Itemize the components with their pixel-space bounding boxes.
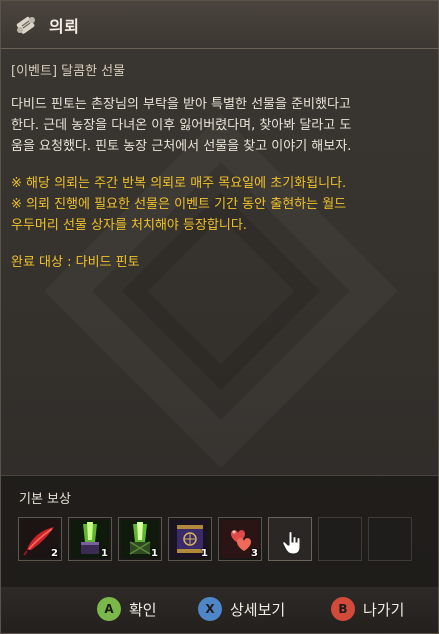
exit-label: 나가기 xyxy=(363,600,405,619)
a-button-icon: A xyxy=(97,597,121,621)
hand-cursor-icon xyxy=(282,531,301,555)
item-count: 1 xyxy=(101,548,108,559)
item-count: 1 xyxy=(151,548,158,559)
b-button-icon: B xyxy=(331,597,355,621)
empty-reward-slot xyxy=(368,517,412,561)
exit-button[interactable]: B 나가기 xyxy=(331,597,404,621)
note-line: ※ 의뢰 진행에 필요한 선물은 이벤트 기간 동안 출현하는 월드 xyxy=(11,197,347,212)
item-count: 1 xyxy=(201,548,208,559)
reward-slot[interactable]: 1 xyxy=(168,517,212,561)
x-button-icon: X xyxy=(198,597,222,621)
quest-description: 다비드 핀토는 촌장님의 부탁을 받아 특별한 선물을 준비했다고 한다. 근데… xyxy=(11,94,431,157)
reward-slot[interactable]: 1 xyxy=(118,517,162,561)
reward-slot[interactable]: 2 xyxy=(18,517,62,561)
confirm-button[interactable]: A 확인 xyxy=(97,597,157,621)
note-line: 우두머리 선물 상자를 처치해야 등장합니다. xyxy=(11,218,247,233)
note-line: ※ 해당 의뢰는 주간 반복 의뢰로 매주 목요일에 초기화됩니다. xyxy=(11,176,347,191)
quest-name: [이벤트] 달콤한 선물 xyxy=(11,64,126,79)
completion-target: 완료 대상 : 다비드 핀토 xyxy=(11,255,140,270)
quest-notes: ※ 해당 의뢰는 주간 반복 의뢰로 매주 목요일에 초기화됩니다. ※ 의뢰 … xyxy=(11,173,431,236)
description-line: 한다. 근데 농장을 다녀온 이후 잃어버렸다며, 찾아봐 달라고 도 xyxy=(11,118,352,133)
window-title: 의뢰 xyxy=(49,16,80,36)
empty-reward-slot[interactable] xyxy=(268,517,312,561)
reward-slots: 2 1 1 1 3 xyxy=(18,517,412,561)
scroll-icon xyxy=(13,12,39,38)
reward-panel: 기본 보상 2 1 1 1 3 xyxy=(1,475,438,587)
details-button[interactable]: X 상세보기 xyxy=(198,597,285,621)
confirm-label: 확인 xyxy=(129,600,157,619)
reward-title: 기본 보상 xyxy=(19,492,71,507)
empty-reward-slot xyxy=(318,517,362,561)
reward-slot[interactable]: 1 xyxy=(68,517,112,561)
quest-content: [이벤트] 달콤한 선물 다비드 핀토는 촌장님의 부탁을 받아 특별한 선물을… xyxy=(11,61,431,273)
item-count: 2 xyxy=(51,548,58,559)
title-bar: 의뢰 xyxy=(1,1,438,49)
quest-window: 의뢰 [이벤트] 달콤한 선물 다비드 핀토는 촌장님의 부탁을 받아 특별한 … xyxy=(0,0,439,634)
details-label: 상세보기 xyxy=(230,600,286,619)
description-line: 움을 요청했다. 핀토 농장 근처에서 선물을 찾고 이야기 해보자. xyxy=(11,139,352,154)
footer-bar: A 확인 X 상세보기 B 나가기 xyxy=(1,587,438,633)
description-line: 다비드 핀토는 촌장님의 부탁을 받아 특별한 선물을 준비했다고 xyxy=(11,97,351,112)
reward-slot[interactable]: 3 xyxy=(218,517,262,561)
item-count: 3 xyxy=(251,548,258,559)
